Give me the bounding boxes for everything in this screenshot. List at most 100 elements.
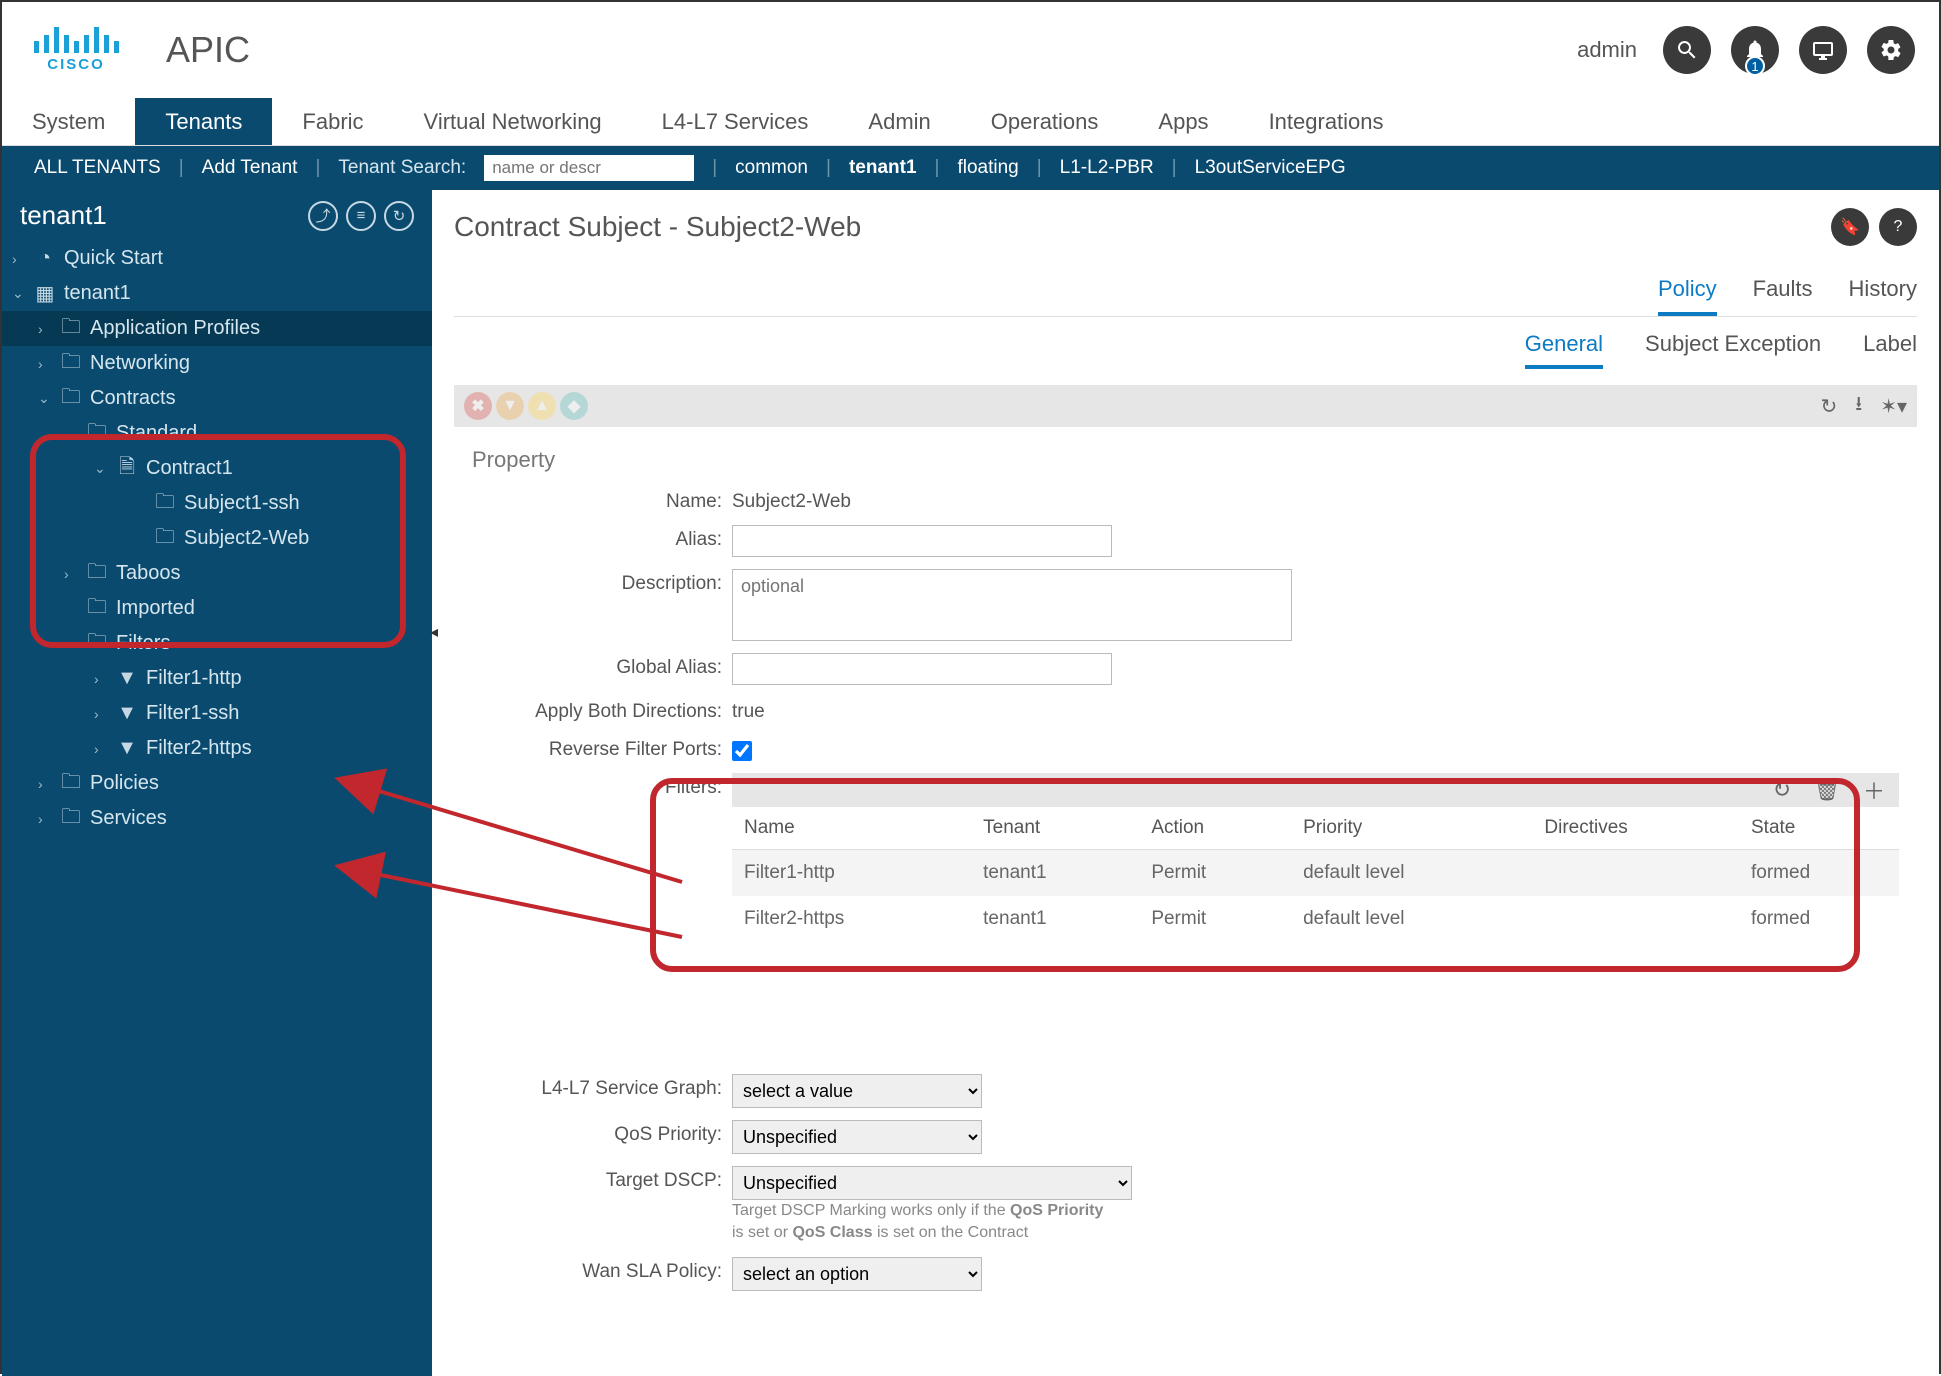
tenant-link-l1l2pbr[interactable]: L1-L2-PBR	[1042, 157, 1172, 179]
gear-icon	[1879, 38, 1903, 62]
tab-tenants[interactable]: Tenants	[135, 98, 272, 145]
col-tenant[interactable]: Tenant	[971, 807, 1139, 850]
filters-add-icon[interactable]: ＋	[1863, 774, 1885, 806]
sidebar-header: tenant1 ⤴ ≡ ↻	[2, 190, 432, 241]
filters-delete-icon[interactable]: 🗑	[1813, 777, 1841, 803]
cisco-logo-text: CISCO	[47, 56, 105, 73]
select-l4l7[interactable]: select a value	[732, 1074, 982, 1108]
input-description[interactable]	[732, 569, 1292, 641]
add-tenant-link[interactable]: Add Tenant	[184, 157, 316, 179]
sidebar-refresh-icon[interactable]: ↻	[384, 201, 414, 231]
input-alias[interactable]	[732, 525, 1112, 557]
fault-major-icon[interactable]: ▼	[496, 392, 524, 420]
tree-application-profiles[interactable]: ›🗀Application Profiles	[2, 311, 432, 346]
app-name: APIC	[166, 29, 1577, 71]
table-row[interactable]: Filter2-https tenant1 Permit default lev…	[732, 896, 1899, 942]
tab-virtual-networking[interactable]: Virtual Networking	[394, 98, 632, 145]
label-l4l7: L4-L7 Service Graph:	[472, 1074, 732, 1100]
search-icon	[1675, 38, 1699, 62]
bookmark-button[interactable]: 🔖	[1831, 208, 1869, 246]
tools-icon[interactable]: ✶▾	[1880, 394, 1907, 419]
secondary-tabs: General Subject Exception Label	[454, 331, 1917, 369]
primary-tabs: Policy Faults History	[454, 276, 1917, 317]
col-directives[interactable]: Directives	[1532, 807, 1739, 850]
value-name: Subject2-Web	[732, 487, 851, 513]
tree-contract1[interactable]: ⌄🗎Contract1	[2, 451, 432, 486]
sidebar-title: tenant1	[20, 200, 107, 231]
tree-quick-start[interactable]: ›◔Quick Start	[2, 241, 432, 276]
bookmark-icon: 🔖	[1840, 217, 1860, 237]
sidebar-action-2-icon[interactable]: ≡	[346, 201, 376, 231]
notifications-button[interactable]: 1	[1731, 26, 1779, 74]
tenant-link-l3out[interactable]: L3outServiceEPG	[1177, 157, 1364, 179]
subtab-general[interactable]: General	[1525, 331, 1603, 369]
tree-filters[interactable]: ⌄🗀Filters	[2, 626, 432, 661]
tree-services[interactable]: ›🗀Services	[2, 801, 432, 836]
col-state[interactable]: State	[1739, 807, 1899, 850]
tree-filter1-http[interactable]: ›▼Filter1-http	[2, 661, 432, 696]
tenant-search-input[interactable]	[484, 155, 694, 181]
col-name[interactable]: Name	[732, 807, 971, 850]
tenant-link-tenant1[interactable]: tenant1	[831, 157, 935, 179]
refresh-icon[interactable]: ↻	[1820, 394, 1837, 419]
select-target-dscp[interactable]: Unspecified	[732, 1166, 1132, 1200]
tab-operations[interactable]: Operations	[961, 98, 1129, 145]
tree-contracts[interactable]: ⌄🗀Contracts	[2, 381, 432, 416]
label-filters: Filters:	[472, 773, 732, 799]
tree-filter2-https[interactable]: ›▼Filter2-https	[2, 731, 432, 766]
monitor-button[interactable]	[1799, 26, 1847, 74]
fault-warning-icon[interactable]: ◆	[560, 392, 588, 420]
col-priority[interactable]: Priority	[1291, 807, 1532, 850]
fault-critical-icon[interactable]: ✖	[464, 392, 492, 420]
tree-subject1-ssh[interactable]: 🗀Subject1-ssh	[2, 486, 432, 521]
tree-filter1-ssh[interactable]: ›▼Filter1-ssh	[2, 696, 432, 731]
select-wan[interactable]: select an option	[732, 1257, 982, 1291]
fault-minor-icon[interactable]: ▲	[528, 392, 556, 420]
tab-admin[interactable]: Admin	[838, 98, 960, 145]
tab-l4l7-services[interactable]: L4-L7 Services	[632, 98, 839, 145]
all-tenants-link[interactable]: ALL TENANTS	[16, 157, 179, 179]
tenant-link-floating[interactable]: floating	[939, 157, 1036, 179]
tree-subject2-web[interactable]: 🗀Subject2-Web	[2, 521, 432, 556]
grid-icon: ▦	[34, 284, 56, 304]
tree-networking[interactable]: ›🗀Networking	[2, 346, 432, 381]
monitor-icon	[1811, 38, 1835, 62]
search-button[interactable]	[1663, 26, 1711, 74]
help-button[interactable]: ?	[1879, 208, 1917, 246]
tab-policy[interactable]: Policy	[1658, 276, 1717, 316]
sidebar-collapse-handle[interactable]: ◂	[428, 602, 440, 662]
subject-icon: 🗀	[154, 494, 176, 514]
subtab-label[interactable]: Label	[1863, 331, 1917, 369]
input-global-alias[interactable]	[732, 653, 1112, 685]
subtab-subject-exception[interactable]: Subject Exception	[1645, 331, 1821, 369]
tree-taboos[interactable]: ›🗀Taboos	[2, 556, 432, 591]
tree-standard[interactable]: ⌄🗀Standard	[2, 416, 432, 451]
folder-icon: 🗀	[60, 354, 82, 374]
download-icon[interactable]: ⭳	[1855, 389, 1862, 423]
checkbox-reverse-filter[interactable]	[732, 741, 752, 761]
tree-imported[interactable]: 🗀Imported	[2, 591, 432, 626]
settings-button[interactable]	[1867, 26, 1915, 74]
folder-icon: 🗀	[86, 564, 108, 584]
tree-tenant-root[interactable]: ⌄▦tenant1	[2, 276, 432, 311]
tree-policies[interactable]: ›🗀Policies	[2, 766, 432, 801]
table-row[interactable]: Filter1-http tenant1 Permit default leve…	[732, 850, 1899, 897]
label-wan: Wan SLA Policy:	[472, 1257, 732, 1283]
tab-system[interactable]: System	[2, 98, 135, 145]
tab-integrations[interactable]: Integrations	[1239, 98, 1414, 145]
folder-icon: 🗀	[60, 389, 82, 409]
filters-refresh-icon[interactable]: ↻	[1773, 777, 1791, 803]
help-icon: ?	[1894, 218, 1903, 236]
tab-history[interactable]: History	[1849, 276, 1917, 316]
username[interactable]: admin	[1577, 37, 1637, 63]
select-qos[interactable]: Unspecified	[732, 1120, 982, 1154]
tenant-link-common[interactable]: common	[717, 157, 826, 179]
tab-fabric[interactable]: Fabric	[272, 98, 393, 145]
body: tenant1 ⤴ ≡ ↻ ›◔Quick Start ⌄▦tenant1 ›🗀…	[2, 190, 1939, 1376]
notification-badge: 1	[1745, 56, 1765, 76]
top-banner: CISCO APIC admin 1	[2, 2, 1939, 98]
col-action[interactable]: Action	[1139, 807, 1291, 850]
sidebar-action-1-icon[interactable]: ⤴	[308, 201, 338, 231]
tab-apps[interactable]: Apps	[1128, 98, 1238, 145]
tab-faults[interactable]: Faults	[1753, 276, 1813, 316]
